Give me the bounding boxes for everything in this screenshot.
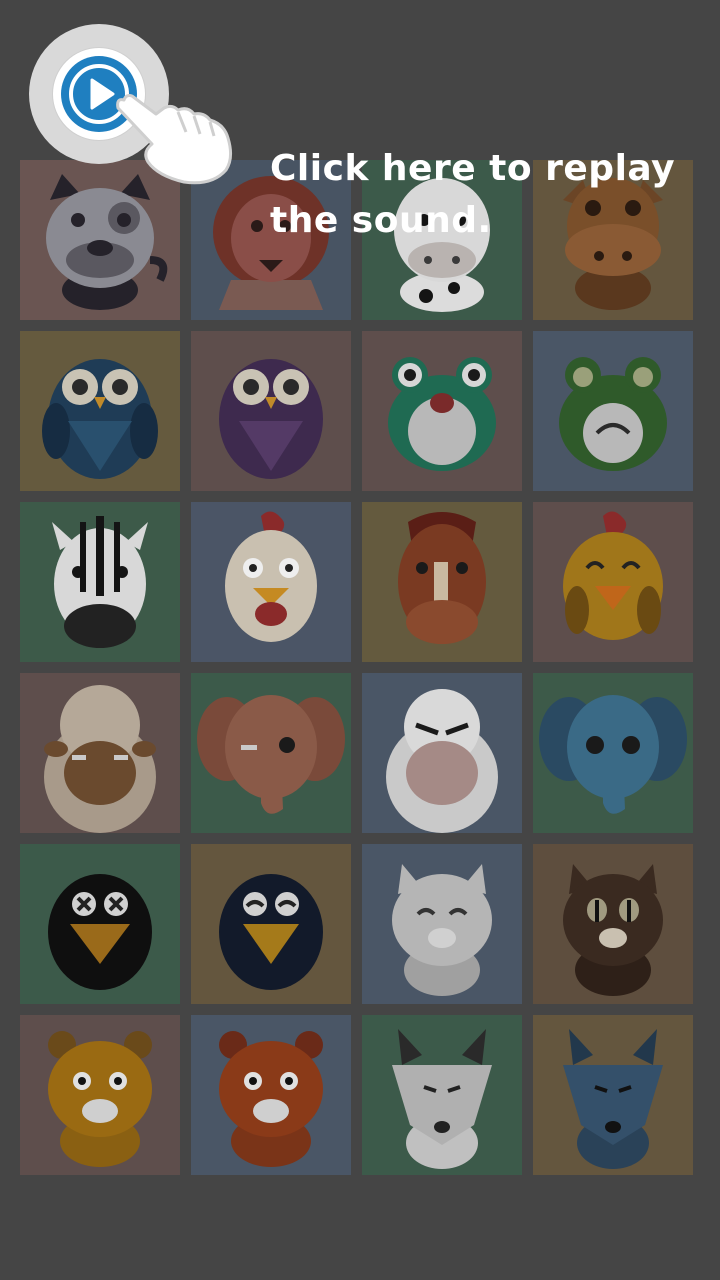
tile-frog[interactable] [362,331,522,491]
tile-wolf[interactable] [533,1015,693,1175]
replay-hint-text: Click here to replay the sound. [270,143,690,247]
tile-elephant[interactable] [191,673,351,833]
horse-icon [398,512,486,644]
tile-cat[interactable] [533,844,693,1004]
tile-owl[interactable] [191,331,351,491]
crow-icon [219,874,323,990]
hint-line-2: the sound. [270,200,492,241]
zebra-icon [52,516,148,648]
owl-icon [42,359,158,479]
hint-line-1: Click here to replay [270,148,676,189]
tile-crow[interactable] [191,844,351,1004]
sheep-icon [386,689,498,833]
tile-elephant[interactable] [533,673,693,833]
chick-icon [563,511,663,640]
wolf-icon [392,1029,492,1169]
tile-sheep[interactable] [20,673,180,833]
tile-owl[interactable] [20,331,180,491]
frog-icon [388,357,496,471]
elephant-icon [539,695,687,814]
tile-rooster[interactable] [191,502,351,662]
elephant-icon [197,695,345,814]
owl-icon [219,359,323,479]
tile-horse[interactable] [362,502,522,662]
tile-zebra[interactable] [20,502,180,662]
tile-tiger[interactable] [20,1015,180,1175]
cat-icon [563,864,663,996]
tile-wolf[interactable] [362,1015,522,1175]
tile-tiger[interactable] [191,1015,351,1175]
tile-crow[interactable] [20,844,180,1004]
wolf-icon [563,1029,663,1169]
frog-icon [559,357,667,471]
rooster-icon [225,511,317,642]
tiger-icon [48,1031,152,1167]
crow-icon [48,874,152,990]
cat-icon [392,864,492,996]
tiger-icon [219,1031,323,1167]
tile-chick[interactable] [533,502,693,662]
sheep-icon [44,685,156,833]
tile-sheep[interactable] [362,673,522,833]
pointing-hand-icon [116,94,233,185]
tile-cat[interactable] [362,844,522,1004]
animal-grid [20,160,693,1175]
tile-frog[interactable] [533,331,693,491]
